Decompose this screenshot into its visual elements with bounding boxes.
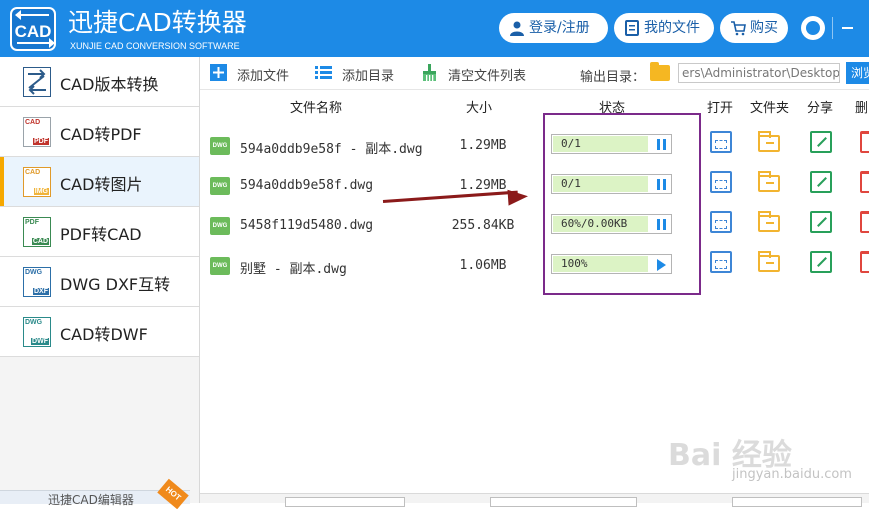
broom-icon <box>423 64 436 81</box>
file-name: 5458f119d5480.dwg <box>240 218 374 233</box>
table-row[interactable]: DWG 别墅 - 副本.dwg 1.06MB 100% <box>200 247 869 287</box>
dwg-file-icon: DWG <box>210 217 230 235</box>
header-open: 打开 <box>707 101 734 116</box>
status-highlight-box <box>543 113 701 295</box>
buy-button[interactable]: 购买 <box>720 13 788 43</box>
sidebar-item-cad-to-image[interactable]: CAD IMG CAD转图片 <box>0 157 199 207</box>
header-size: 大小 <box>466 101 493 116</box>
option-field[interactable] <box>490 497 637 507</box>
file-name: 别墅 - 副本.dwg <box>240 262 347 277</box>
option-field[interactable] <box>285 497 405 507</box>
open-folder-icon[interactable] <box>758 251 780 272</box>
dwg-file-icon: DWG <box>210 137 230 155</box>
delete-icon[interactable] <box>860 211 869 233</box>
browse-button[interactable]: 浏览 <box>846 62 869 84</box>
add-directory-button[interactable]: 添加目录 <box>342 65 394 84</box>
buy-label: 购买 <box>750 20 778 36</box>
toolbar: 添加文件 添加目录 清空文件列表 输出目录： ers\Administrator… <box>200 57 869 90</box>
sidebar-item-label: DWG DXF互转 <box>60 275 171 294</box>
login-button[interactable]: 登录/注册 <box>499 13 608 43</box>
header-folder: 文件夹 <box>750 101 790 116</box>
file-name: 594a0ddb9e58f.dwg <box>240 178 374 193</box>
open-folder-icon[interactable] <box>758 211 780 232</box>
sidebar-item-pdf-to-cad[interactable]: PDF CAD PDF转CAD <box>0 207 199 257</box>
cad-to-image-icon: CAD IMG <box>23 167 51 197</box>
file-size: 255.84KB <box>451 218 515 233</box>
user-icon <box>510 21 524 36</box>
file-size: 1.06MB <box>459 258 507 273</box>
dwg-file-icon: DWG <box>210 177 230 195</box>
document-icon <box>625 20 639 36</box>
table-row[interactable]: DWG 594a0ddb9e58f.dwg 1.29MB 0/1 <box>200 167 869 207</box>
bottom-options-bar <box>200 493 869 507</box>
hot-badge: HOT <box>157 478 189 509</box>
add-file-button[interactable]: 添加文件 <box>237 65 289 84</box>
sidebar-item-dwg-dxf[interactable]: DWG DXF DWG DXF互转 <box>0 257 199 307</box>
output-dir-label: 输出目录： <box>580 70 646 85</box>
cad-version-convert-icon <box>23 67 51 97</box>
clear-list-button[interactable]: 清空文件列表 <box>448 65 526 84</box>
output-path-input[interactable]: ers\Administrator\Desktop <box>678 63 840 83</box>
share-icon[interactable] <box>810 171 832 193</box>
open-folder-icon[interactable] <box>758 171 780 192</box>
header-delete: 删除 <box>855 101 869 116</box>
language-globe-icon[interactable] <box>801 16 825 40</box>
cad-to-pdf-icon: CAD PDF <box>23 117 51 147</box>
title-bar: CAD 迅捷CAD转换器 XUNJIE CAD CONVERSION SOFTW… <box>0 0 869 57</box>
my-files-label: 我的文件 <box>644 20 700 36</box>
app-subtitle: XUNJIE CAD CONVERSION SOFTWARE <box>70 41 240 51</box>
open-file-icon[interactable] <box>710 251 732 273</box>
logo-text: CAD <box>14 22 52 41</box>
app-logo: CAD <box>10 7 56 51</box>
open-file-icon[interactable] <box>710 171 732 193</box>
share-icon[interactable] <box>810 211 832 233</box>
header-divider <box>832 17 833 39</box>
cart-icon <box>731 21 746 36</box>
dwg-dxf-convert-icon: DWG DXF <box>23 267 51 297</box>
folder-icon[interactable] <box>650 62 670 81</box>
sidebar-item-label: PDF转CAD <box>60 225 142 244</box>
open-file-icon[interactable] <box>710 211 732 233</box>
annotation-arrow-head <box>507 188 529 206</box>
option-field[interactable] <box>732 497 862 507</box>
plus-icon <box>210 64 227 81</box>
table-row[interactable]: DWG 594a0ddb9e58f - 副本.dwg 1.29MB 0/1 <box>200 127 869 167</box>
file-name: 594a0ddb9e58f - 副本.dwg <box>240 142 423 157</box>
sidebar-item-cad-to-dwf[interactable]: DWG DWF CAD转DWF <box>0 307 199 357</box>
sidebar-item-cad-version[interactable]: CAD版本转换 <box>0 57 199 107</box>
share-icon[interactable] <box>810 251 832 273</box>
share-icon[interactable] <box>810 131 832 153</box>
sidebar-item-label: CAD版本转换 <box>60 75 159 94</box>
delete-icon[interactable] <box>860 171 869 193</box>
delete-icon[interactable] <box>860 131 869 153</box>
promo-text: 迅捷CAD编辑器 <box>48 493 134 507</box>
app-title: 迅捷CAD转换器 <box>68 8 247 37</box>
file-size: 1.29MB <box>459 138 507 153</box>
login-label: 登录/注册 <box>529 20 590 36</box>
table-row[interactable]: DWG 5458f119d5480.dwg 255.84KB 60%/0.00K… <box>200 207 869 247</box>
delete-icon[interactable] <box>860 251 869 273</box>
open-folder-icon[interactable] <box>758 131 780 152</box>
sidebar: CAD版本转换 CAD PDF CAD转PDF CAD IMG CAD转图片 PDF… <box>0 57 200 509</box>
header-share: 分享 <box>807 101 834 116</box>
my-files-button[interactable]: 我的文件 <box>614 13 714 43</box>
sidebar-item-label: CAD转DWF <box>60 325 148 344</box>
watermark-url: jingyan.baidu.com <box>732 467 852 482</box>
open-file-icon[interactable] <box>710 131 732 153</box>
header-filename: 文件名称 <box>290 101 343 116</box>
cad-editor-promo[interactable]: 迅捷CAD编辑器 HOT <box>0 478 190 509</box>
sidebar-item-label: CAD转PDF <box>60 125 142 144</box>
sidebar-item-label: CAD转图片 <box>60 175 143 194</box>
minimize-icon[interactable] <box>842 27 853 29</box>
dwg-file-icon: DWG <box>210 257 230 275</box>
cad-to-dwf-icon: DWG DWF <box>23 317 51 347</box>
list-icon <box>315 66 332 79</box>
pdf-to-cad-icon: PDF CAD <box>23 217 51 247</box>
sidebar-item-cad-to-pdf[interactable]: CAD PDF CAD转PDF <box>0 107 199 157</box>
